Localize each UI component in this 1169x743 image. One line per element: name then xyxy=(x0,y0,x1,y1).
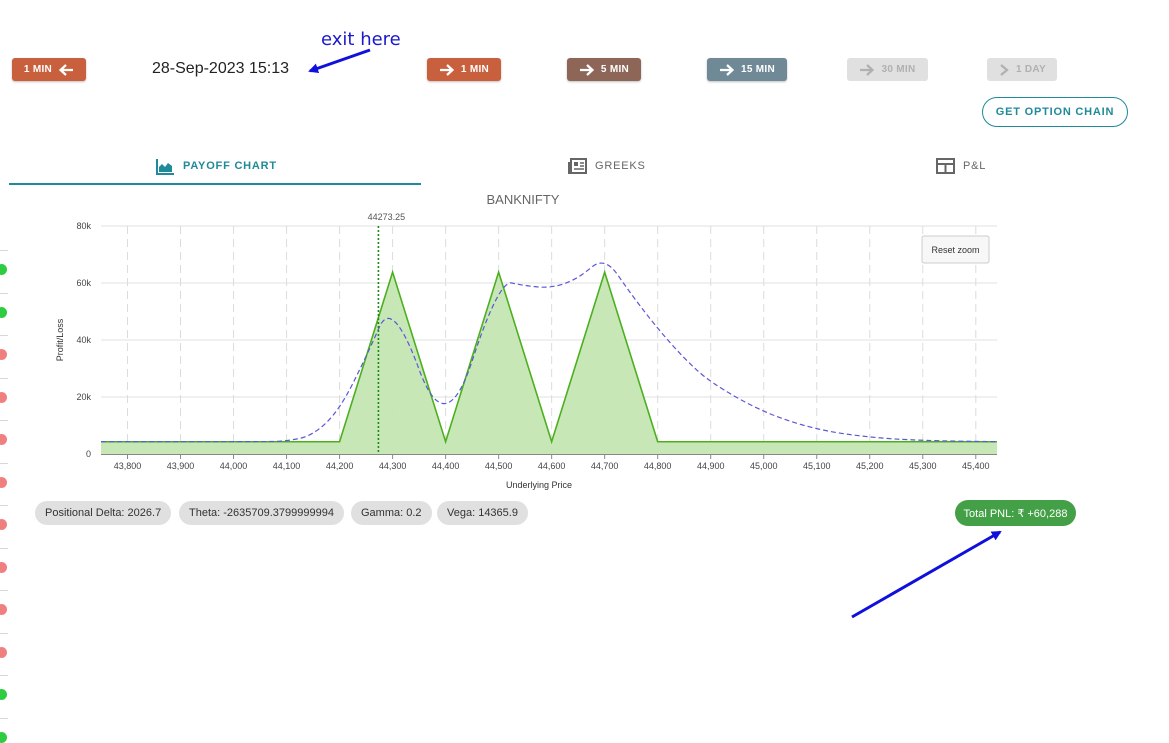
y-axis-title: Profit/Loss xyxy=(55,318,65,361)
table-grid-icon xyxy=(936,158,955,174)
sidebar-divider xyxy=(0,675,8,676)
forward-15min-button[interactable]: 15 MIN xyxy=(707,58,787,81)
tab-greeks-label: GREEKS xyxy=(595,160,646,172)
chart-title: BANKNIFTY xyxy=(487,192,560,207)
position-status-dot[interactable] xyxy=(0,349,7,360)
position-status-dot[interactable] xyxy=(0,604,7,615)
arrow-right-icon xyxy=(579,63,595,76)
gamma-badge: Gamma: 0.2 xyxy=(351,501,432,525)
position-status-dot[interactable] xyxy=(0,264,7,275)
y-tick-label: 60k xyxy=(76,278,91,288)
forward-1min-button[interactable]: 1 MIN xyxy=(427,58,501,81)
tab-payoff-chart[interactable]: PAYOFF CHART xyxy=(156,155,277,177)
exit-annotation-arrow xyxy=(308,48,371,74)
forward-1min-label: 1 MIN xyxy=(460,64,490,75)
target-payoff-line xyxy=(100,262,998,443)
forward-30min-label: 30 MIN xyxy=(881,64,916,75)
area-chart-icon xyxy=(156,158,174,175)
x-tick-label: 44,400 xyxy=(432,461,460,471)
x-tick-label: 44,500 xyxy=(485,461,513,471)
chevron-right-icon xyxy=(1000,63,1009,76)
position-status-dot[interactable] xyxy=(0,306,7,318)
x-tick-label: 45,000 xyxy=(750,461,778,471)
x-tick-label: 44,300 xyxy=(379,461,407,471)
forward-1day-button[interactable]: 1 DAY xyxy=(987,58,1057,81)
x-tick-label: 44,000 xyxy=(220,461,248,471)
x-tick-label: 44,800 xyxy=(644,461,672,471)
reset-zoom-label: Reset zoom xyxy=(931,245,979,255)
x-axis-title: Underlying Price xyxy=(506,480,572,490)
y-tick-label: 20k xyxy=(76,392,91,402)
total-pnl-badge: Total PNL: ₹ +60,288 xyxy=(955,500,1076,526)
x-tick-label: 44,200 xyxy=(326,461,354,471)
sidebar-divider xyxy=(0,505,8,506)
y-tick-label: 0 xyxy=(86,449,91,459)
x-tick-label: 44,600 xyxy=(538,461,566,471)
x-tick-label: 44,900 xyxy=(697,461,725,471)
arrow-right-icon xyxy=(719,63,735,76)
forward-30min-button[interactable]: 30 MIN xyxy=(847,58,928,81)
y-tick-label: 40k xyxy=(76,335,91,345)
expiry-payoff-area xyxy=(101,272,997,454)
sidebar-divider xyxy=(0,547,8,549)
theta-badge: Theta: -2635709.3799999994 xyxy=(179,501,344,525)
x-tick-label: 43,800 xyxy=(114,461,142,471)
payoff-chart[interactable]: BANKNIFTY 0 20k 40k 60k 80k 43,800 43,900 44,000… xyxy=(0,188,1010,498)
pnl-annotation-arrow xyxy=(851,530,1002,619)
position-status-dot[interactable] xyxy=(0,646,7,658)
arrow-right-icon xyxy=(439,63,455,76)
sidebar-divider xyxy=(0,250,8,251)
y-tick-label: 80k xyxy=(76,221,91,231)
sidebar-divider xyxy=(0,462,8,464)
position-status-dot[interactable] xyxy=(0,476,7,488)
position-status-dot[interactable] xyxy=(0,689,7,700)
x-tick-label: 45,300 xyxy=(909,461,937,471)
active-tab-indicator xyxy=(9,183,421,185)
position-status-sidebar xyxy=(0,250,8,743)
sidebar-divider xyxy=(0,590,8,591)
back-1min-label: 1 MIN xyxy=(23,64,53,75)
forward-5min-button[interactable]: 5 MIN xyxy=(567,58,641,81)
forward-15min-label: 15 MIN xyxy=(740,64,776,75)
position-status-dot[interactable] xyxy=(0,731,7,743)
tab-payoff-chart-label: PAYOFF CHART xyxy=(183,160,277,172)
exit-here-annotation: exit here xyxy=(321,29,401,50)
position-status-dot[interactable] xyxy=(0,561,7,573)
forward-5min-label: 5 MIN xyxy=(600,64,630,75)
x-tick-label: 45,400 xyxy=(962,461,990,471)
expiry-payoff-line xyxy=(101,269,997,445)
tab-pnl-label: P&L xyxy=(963,160,987,172)
x-tick-label: 44,100 xyxy=(273,461,301,471)
tab-greeks[interactable]: GREEKS xyxy=(568,155,646,177)
current-datetime: 28-Sep-2023 15:13 xyxy=(152,60,289,77)
sidebar-divider xyxy=(0,377,8,379)
sidebar-divider xyxy=(0,420,8,421)
positional-delta-badge: Positional Delta: 2026.7 xyxy=(35,501,172,525)
position-status-dot[interactable] xyxy=(0,434,7,445)
sidebar-divider xyxy=(0,292,8,294)
arrow-left-icon xyxy=(58,63,74,76)
spot-price-label: 44273.25 xyxy=(368,212,406,222)
x-tick-label: 43,900 xyxy=(167,461,195,471)
vega-badge: Vega: 14365.9 xyxy=(437,501,528,525)
x-tick-label: 45,200 xyxy=(856,461,884,471)
sidebar-divider xyxy=(0,335,8,336)
x-tick-label: 44,700 xyxy=(591,461,619,471)
sidebar-divider xyxy=(0,632,8,634)
get-option-chain-button[interactable]: GET OPTION CHAIN xyxy=(982,97,1128,127)
forward-1day-label: 1 DAY xyxy=(1015,64,1047,75)
back-1min-button[interactable]: 1 MIN xyxy=(12,58,86,81)
tab-pnl[interactable]: P&L xyxy=(936,155,986,177)
arrow-right-icon xyxy=(860,63,875,76)
position-status-dot[interactable] xyxy=(0,391,7,403)
newspaper-icon xyxy=(568,158,587,174)
position-status-dot[interactable] xyxy=(0,519,7,530)
x-tick-label: 45,100 xyxy=(803,461,831,471)
